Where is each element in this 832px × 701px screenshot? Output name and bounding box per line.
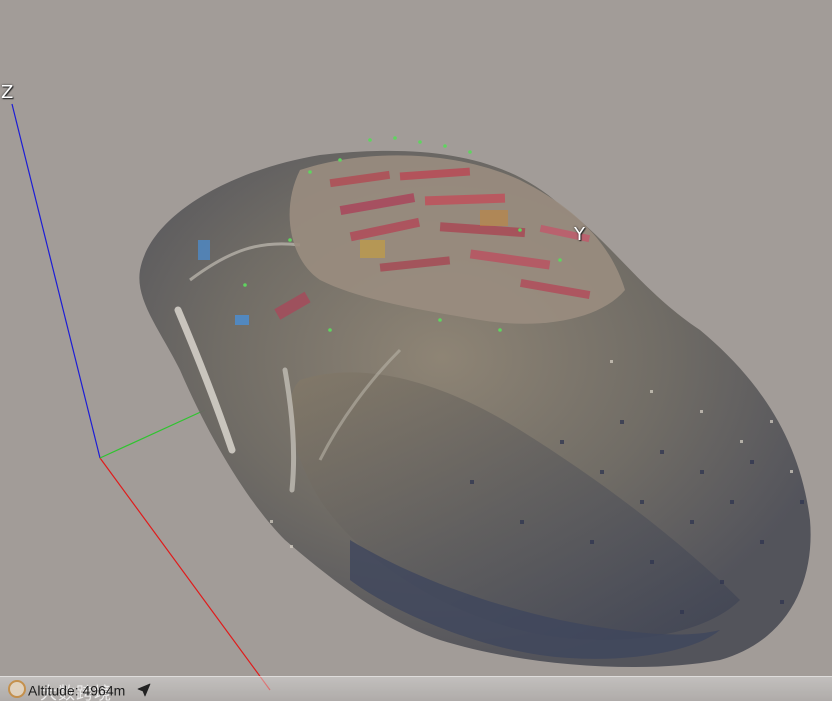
status-bar: 大数跨境 Altitude: 4964m	[0, 676, 832, 701]
point-cloud-scene[interactable]	[0, 0, 832, 701]
navigate-arrow-icon[interactable]	[137, 683, 151, 697]
altitude-value: 4964m	[82, 682, 126, 699]
point-cloud-model[interactable]	[139, 136, 811, 668]
watermark-logo-icon	[8, 680, 26, 698]
y-axis-line	[99, 409, 206, 459]
z-axis-label: Z	[1, 82, 14, 103]
z-axis-line	[11, 103, 101, 459]
altitude-readout: Altitude: 4964m	[28, 681, 151, 698]
x-axis-line	[99, 457, 271, 691]
altitude-label: Altitude:	[28, 682, 79, 699]
y-axis-label: Y	[574, 224, 585, 245]
3d-viewport[interactable]: Z Y 大数跨境 Altitude: 4964m	[0, 0, 832, 701]
